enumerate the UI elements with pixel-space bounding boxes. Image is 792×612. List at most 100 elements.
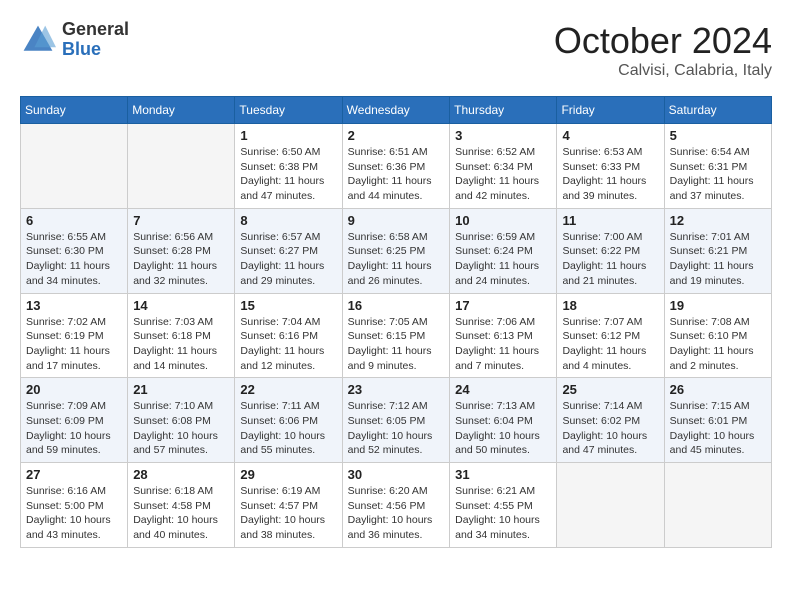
day-number: 30 [348,467,444,482]
day-header-sunday: Sunday [21,97,128,124]
calendar-cell: 6Sunrise: 6:55 AMSunset: 6:30 PMDaylight… [21,208,128,293]
day-number: 3 [455,128,551,143]
day-info: Sunrise: 7:07 AMSunset: 6:12 PMDaylight:… [562,315,658,374]
day-info: Sunrise: 7:14 AMSunset: 6:02 PMDaylight:… [562,399,658,458]
location-title: Calvisi, Calabria, Italy [554,62,772,80]
day-info: Sunrise: 6:19 AMSunset: 4:57 PMDaylight:… [240,484,336,543]
day-number: 24 [455,382,551,397]
day-info: Sunrise: 7:12 AMSunset: 6:05 PMDaylight:… [348,399,444,458]
day-info: Sunrise: 7:15 AMSunset: 6:01 PMDaylight:… [670,399,766,458]
calendar-cell: 11Sunrise: 7:00 AMSunset: 6:22 PMDayligh… [557,208,664,293]
day-info: Sunrise: 7:03 AMSunset: 6:18 PMDaylight:… [133,315,229,374]
day-info: Sunrise: 7:11 AMSunset: 6:06 PMDaylight:… [240,399,336,458]
day-number: 15 [240,298,336,313]
day-number: 4 [562,128,658,143]
day-number: 27 [26,467,122,482]
day-number: 28 [133,467,229,482]
day-number: 16 [348,298,444,313]
day-header-thursday: Thursday [450,97,557,124]
day-number: 18 [562,298,658,313]
day-info: Sunrise: 6:50 AMSunset: 6:38 PMDaylight:… [240,145,336,204]
day-info: Sunrise: 6:21 AMSunset: 4:55 PMDaylight:… [455,484,551,543]
calendar-cell: 23 Sunrise: 7:12 AMSunset: 6:05 PMDayligh… [342,378,449,463]
week-row: 20 Sunrise: 7:09 AMSunset: 6:09 PMDayligh… [21,378,772,463]
calendar-cell: 22 Sunrise: 7:11 AMSunset: 6:06 PMDayligh… [235,378,342,463]
day-number: 20 [26,382,122,397]
calendar-cell: 1Sunrise: 6:50 AMSunset: 6:38 PMDaylight… [235,124,342,209]
day-info: Sunrise: 6:59 AMSunset: 6:24 PMDaylight:… [455,230,551,289]
calendar-cell: 7 Sunrise: 6:56 AMSunset: 6:28 PMDaylight… [128,208,235,293]
day-info: Sunrise: 7:06 AMSunset: 6:13 PMDaylight:… [455,315,551,374]
logo-icon [20,22,56,58]
calendar-cell: 26 Sunrise: 7:15 AMSunset: 6:01 PMDayligh… [664,378,771,463]
day-info: Sunrise: 6:53 AMSunset: 6:33 PMDaylight:… [562,145,658,204]
day-number: 2 [348,128,444,143]
calendar-cell: 12 Sunrise: 7:01 AMSunset: 6:21 PMDayligh… [664,208,771,293]
calendar-cell: 4 Sunrise: 6:53 AMSunset: 6:33 PMDaylight… [557,124,664,209]
calendar-cell: 25 Sunrise: 7:14 AMSunset: 6:02 PMDayligh… [557,378,664,463]
calendar-cell: 10 Sunrise: 6:59 AMSunset: 6:24 PMDayligh… [450,208,557,293]
calendar-cell: 20 Sunrise: 7:09 AMSunset: 6:09 PMDayligh… [21,378,128,463]
day-info: Sunrise: 6:20 AMSunset: 4:56 PMDaylight:… [348,484,444,543]
day-info: Sunrise: 6:56 AMSunset: 6:28 PMDaylight:… [133,230,229,289]
calendar-cell [664,463,771,548]
day-header-wednesday: Wednesday [342,97,449,124]
week-row: 6Sunrise: 6:55 AMSunset: 6:30 PMDaylight… [21,208,772,293]
day-info: Sunrise: 7:08 AMSunset: 6:10 PMDaylight:… [670,315,766,374]
title-block: October 2024 Calvisi, Calabria, Italy [554,20,772,80]
day-number: 31 [455,467,551,482]
calendar-cell: 16Sunrise: 7:05 AMSunset: 6:15 PMDayligh… [342,293,449,378]
day-number: 29 [240,467,336,482]
week-row: 1Sunrise: 6:50 AMSunset: 6:38 PMDaylight… [21,124,772,209]
day-header-saturday: Saturday [664,97,771,124]
day-number: 12 [670,213,766,228]
day-number: 25 [562,382,658,397]
calendar-cell: 17 Sunrise: 7:06 AMSunset: 6:13 PMDayligh… [450,293,557,378]
calendar-cell: 14 Sunrise: 7:03 AMSunset: 6:18 PMDayligh… [128,293,235,378]
day-info: Sunrise: 6:16 AMSunset: 5:00 PMDaylight:… [26,484,122,543]
calendar-cell: 27 Sunrise: 6:16 AMSunset: 5:00 PMDayligh… [21,463,128,548]
calendar-cell [128,124,235,209]
calendar-cell: 29 Sunrise: 6:19 AMSunset: 4:57 PMDayligh… [235,463,342,548]
logo: General Blue [20,20,129,60]
day-number: 8 [240,213,336,228]
day-header-tuesday: Tuesday [235,97,342,124]
logo-blue: Blue [62,40,129,60]
calendar-cell: 28 Sunrise: 6:18 AMSunset: 4:58 PMDayligh… [128,463,235,548]
calendar-cell: 24 Sunrise: 7:13 AMSunset: 6:04 PMDayligh… [450,378,557,463]
day-info: Sunrise: 6:57 AMSunset: 6:27 PMDaylight:… [240,230,336,289]
calendar-cell [557,463,664,548]
day-info: Sunrise: 7:02 AMSunset: 6:19 PMDaylight:… [26,315,122,374]
day-info: Sunrise: 6:18 AMSunset: 4:58 PMDaylight:… [133,484,229,543]
calendar-cell: 8 Sunrise: 6:57 AMSunset: 6:27 PMDaylight… [235,208,342,293]
calendar-cell [21,124,128,209]
day-number: 7 [133,213,229,228]
day-number: 22 [240,382,336,397]
day-number: 10 [455,213,551,228]
logo-general: General [62,20,129,40]
calendar-cell: 21 Sunrise: 7:10 AMSunset: 6:08 PMDayligh… [128,378,235,463]
day-number: 13 [26,298,122,313]
day-header-friday: Friday [557,97,664,124]
logo-text: General Blue [62,20,129,60]
day-number: 23 [348,382,444,397]
calendar-cell: 18 Sunrise: 7:07 AMSunset: 6:12 PMDayligh… [557,293,664,378]
calendar-cell: 13 Sunrise: 7:02 AMSunset: 6:19 PMDayligh… [21,293,128,378]
day-number: 26 [670,382,766,397]
calendar-cell: 30 Sunrise: 6:20 AMSunset: 4:56 PMDayligh… [342,463,449,548]
day-info: Sunrise: 7:00 AMSunset: 6:22 PMDaylight:… [562,230,658,289]
day-number: 21 [133,382,229,397]
page-header: General Blue October 2024 Calvisi, Calab… [20,20,772,80]
day-info: Sunrise: 7:04 AMSunset: 6:16 PMDaylight:… [240,315,336,374]
day-info: Sunrise: 7:01 AMSunset: 6:21 PMDaylight:… [670,230,766,289]
calendar-cell: 2Sunrise: 6:51 AMSunset: 6:36 PMDaylight… [342,124,449,209]
day-number: 14 [133,298,229,313]
calendar-cell: 3Sunrise: 6:52 AMSunset: 6:34 PMDaylight… [450,124,557,209]
day-info: Sunrise: 7:10 AMSunset: 6:08 PMDaylight:… [133,399,229,458]
calendar-table: SundayMondayTuesdayWednesdayThursdayFrid… [20,96,772,548]
day-info: Sunrise: 7:13 AMSunset: 6:04 PMDaylight:… [455,399,551,458]
day-number: 19 [670,298,766,313]
day-number: 6 [26,213,122,228]
day-number: 17 [455,298,551,313]
day-info: Sunrise: 7:09 AMSunset: 6:09 PMDaylight:… [26,399,122,458]
